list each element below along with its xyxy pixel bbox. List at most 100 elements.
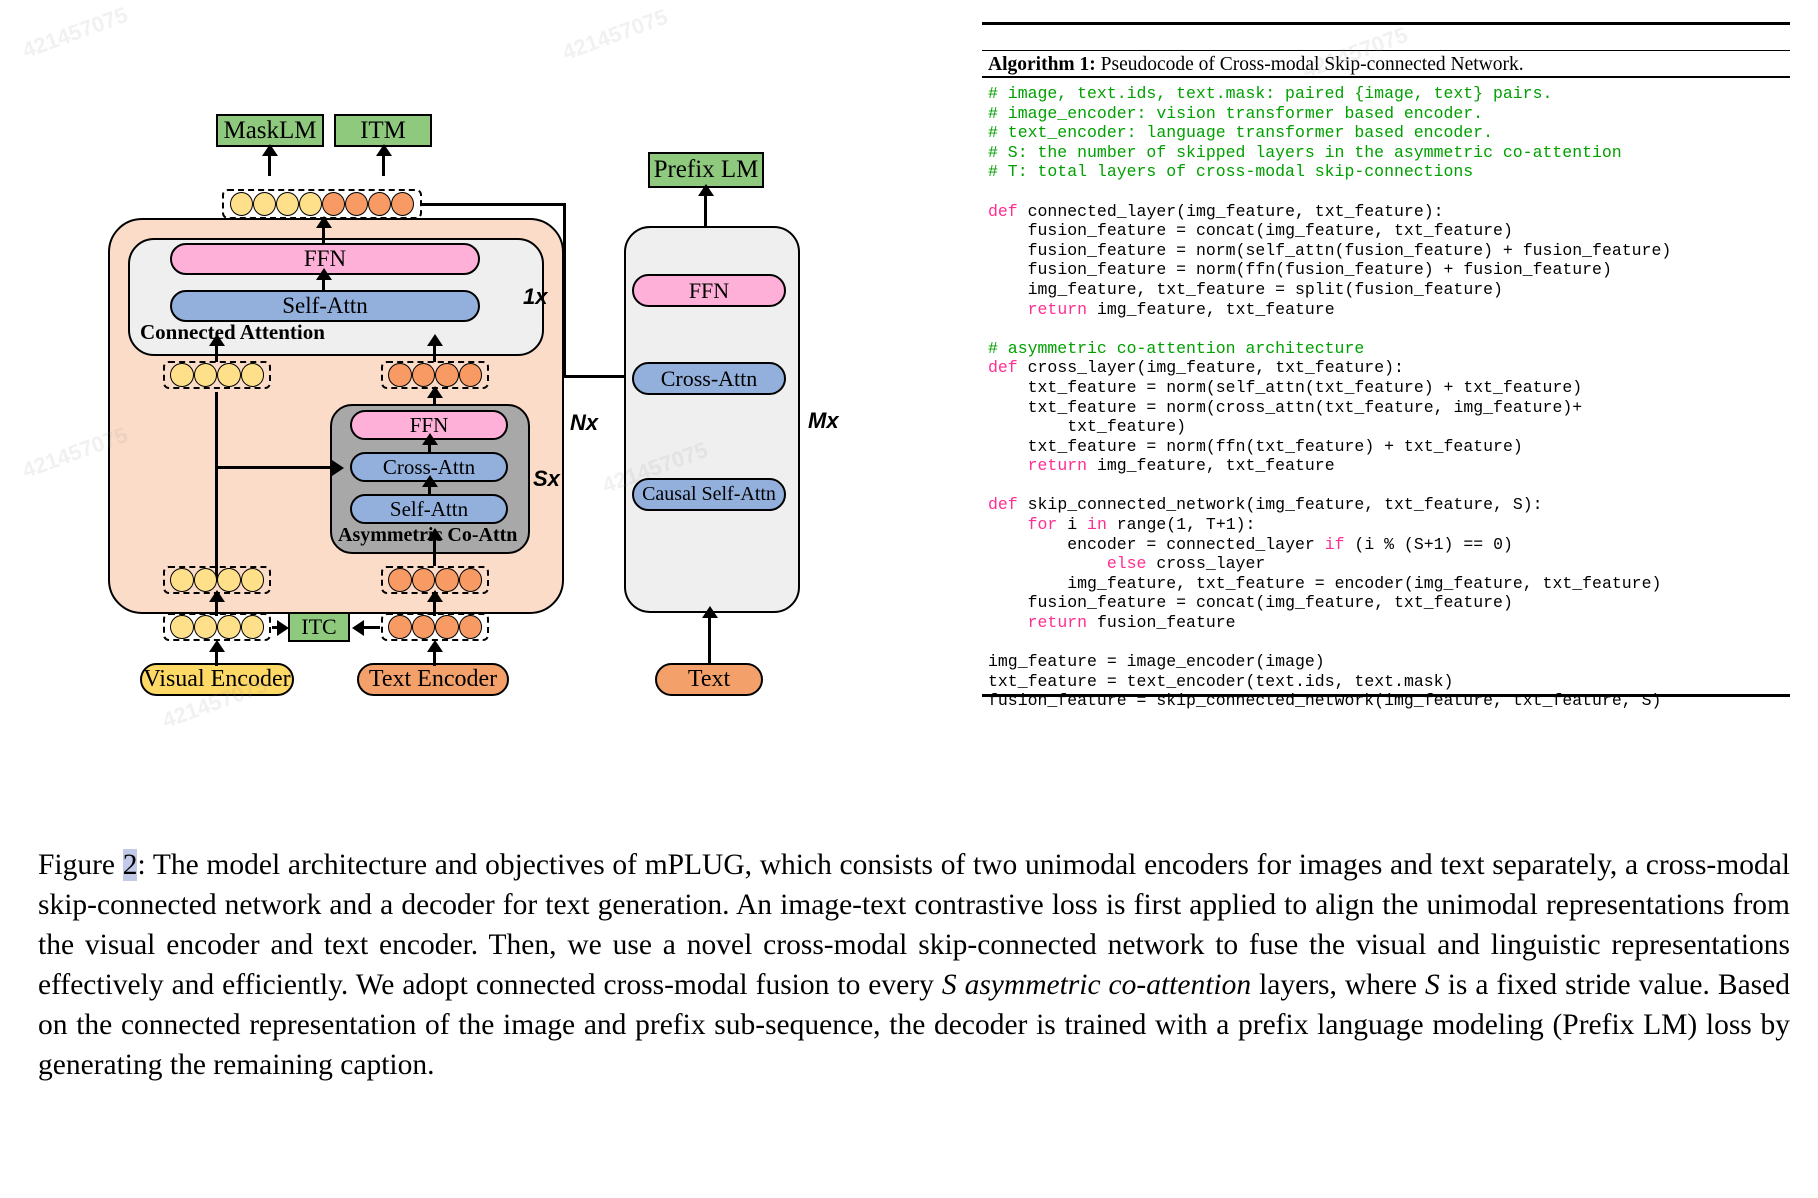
code-line: fusion_feature = norm(self_attn(fusion_f… [1027, 240, 1672, 260]
code-line: for i in range(1, T+1): [1027, 515, 1256, 535]
itc-box[interactable]: ITC [288, 612, 350, 642]
algorithm-caption-rest: Pseudocode of Cross-modal Skip-connected… [1095, 54, 1524, 75]
token-text [458, 615, 482, 639]
text-input[interactable]: Text [655, 663, 763, 696]
text-encoder[interactable]: Text Encoder [357, 663, 509, 696]
asym-self-attn[interactable]: Self-Attn [350, 494, 508, 524]
skip-connection-top [420, 203, 566, 206]
asym-arrow-head-1 [422, 433, 438, 445]
token-text [411, 363, 435, 387]
decoder-ffn[interactable]: FFN [632, 274, 786, 307]
visual-to-crossattn-arrow-head [332, 460, 344, 476]
masklm-arrow-head [262, 144, 278, 156]
prefix-lm-label: Prefix LM [653, 156, 759, 183]
ca-inner-arrow-head [316, 268, 332, 280]
text-input-arrow-head [702, 606, 718, 618]
token-text [368, 192, 391, 216]
visual-encoder-label: Visual Encoder [143, 666, 291, 692]
asym-self-attn-label: Self-Attn [389, 496, 469, 521]
token-text [388, 615, 412, 639]
code-line: txt_feature) [1067, 417, 1187, 437]
code-line: txt_feature = norm(self_attn(txt_feature… [1027, 377, 1583, 397]
token-text [435, 615, 459, 639]
visual-enc-up-head [209, 590, 225, 602]
text-input-label: Text [687, 666, 731, 692]
text-enc-up-head [427, 590, 443, 602]
algorithm-caption-prefix: Algorithm 1: [988, 54, 1096, 75]
algo-rule-under-title-a [982, 50, 1790, 51]
token-visual [193, 615, 217, 639]
asymmetric-coattn-multiplier: Sx [533, 466, 560, 491]
token-group-fused-output [222, 189, 422, 219]
token-text [388, 363, 412, 387]
visual-encoder-out-head [209, 640, 225, 652]
skip-network-multiplier: Nx [570, 410, 599, 435]
algo-rule-under-title-b [982, 76, 1790, 78]
itm-label: ITM [360, 116, 406, 144]
decoder-causal-self-attn-label: Causal Self-Attn [642, 483, 776, 505]
token-group-text-enc-out [381, 613, 489, 641]
decoder-cross-attn[interactable]: Cross-Attn [632, 362, 786, 395]
code-line: txt_feature = text_encoder(text.ids, tex… [988, 671, 1454, 691]
visual-encoder[interactable]: Visual Encoder [140, 663, 294, 696]
token-visual [217, 363, 241, 387]
algorithm-caption: Algorithm 1: Pseudocode of Cross-modal S… [988, 54, 1524, 76]
code-line-comment: # text_encoder: language transformer bas… [988, 123, 1493, 143]
token-text [345, 192, 368, 216]
code-line: return img_feature, txt_feature [1027, 299, 1335, 319]
code-line: txt_feature = norm(ffn(txt_feature) + tx… [1027, 436, 1523, 456]
figure-page: FFN Self-Attn Connected Attention 1x FFN… [0, 0, 1818, 1198]
connected-attention-self-attn[interactable]: Self-Attn [170, 290, 480, 322]
connected-attention-self-attn-label: Self-Attn [282, 293, 368, 318]
token-text [322, 192, 345, 216]
code-line-comment: # asymmetric co-attention architecture [988, 338, 1365, 358]
algo-rule-bottom [982, 694, 1790, 697]
token-group-visual-enc-out [163, 613, 271, 641]
token-visual [240, 568, 264, 592]
code-line: return fusion_feature [1027, 613, 1236, 633]
text-to-itc-arrow [352, 620, 364, 636]
decoder-cross-attn-label: Cross-Attn [660, 365, 758, 391]
token-visual [240, 615, 264, 639]
token-text [411, 568, 435, 592]
token-group-text-mid [381, 361, 489, 389]
code-line: fusion_feature = concat(img_feature, txt… [1027, 593, 1513, 613]
decoder-multiplier: Mx [808, 408, 839, 433]
itm-head[interactable]: ITM [334, 114, 432, 147]
token-visual [217, 568, 241, 592]
token-text [388, 568, 412, 592]
token-group-visual-mid [163, 361, 271, 389]
visual-mid-arrow-head [209, 334, 225, 346]
pseudocode-block: # image, text.ids, text.mask: paired {im… [988, 84, 1788, 711]
connected-attention-title: Connected Attention [140, 320, 325, 344]
asym-out-arrow-head [427, 386, 443, 398]
caption-italic-1: S asymmetric co-attention [941, 969, 1252, 1001]
decoder-causal-self-attn[interactable]: Causal Self-Attn [632, 478, 786, 511]
token-visual [170, 615, 194, 639]
token-visual [276, 192, 299, 216]
code-line: encoder = connected_layer if (i % (S+1) … [1067, 534, 1513, 554]
token-text [391, 192, 414, 216]
code-line-comment: # S: the number of skipped layers in the… [988, 142, 1622, 162]
token-visual [253, 192, 276, 216]
code-line: fusion_feature = concat(img_feature, txt… [1027, 221, 1513, 241]
token-visual [240, 363, 264, 387]
text-in-arrow-head [427, 528, 443, 540]
prefix-lm-head[interactable]: Prefix LM [648, 152, 764, 188]
token-text [458, 568, 482, 592]
skip-connection-vertical [563, 203, 566, 375]
architecture-diagram: FFN Self-Attn Connected Attention 1x FFN… [0, 0, 990, 830]
prefixlm-arrow-head [698, 184, 714, 196]
code-line: img_feature = image_encoder(image) [988, 652, 1325, 672]
algorithm-panel: Algorithm 1: Pseudocode of Cross-modal S… [982, 22, 1790, 712]
algo-rule-top [982, 22, 1790, 25]
token-visual [299, 192, 322, 216]
itc-label: ITC [301, 614, 337, 639]
code-line: txt_feature = norm(cross_attn(txt_featur… [1027, 397, 1583, 417]
masklm-head[interactable]: MaskLM [216, 114, 324, 147]
token-visual [217, 615, 241, 639]
code-line: img_feature, txt_feature = encoder(img_f… [1067, 573, 1662, 593]
connected-attention-multiplier: 1x [523, 284, 548, 309]
code-line-comment: # image, text.ids, text.mask: paired {im… [988, 84, 1553, 103]
